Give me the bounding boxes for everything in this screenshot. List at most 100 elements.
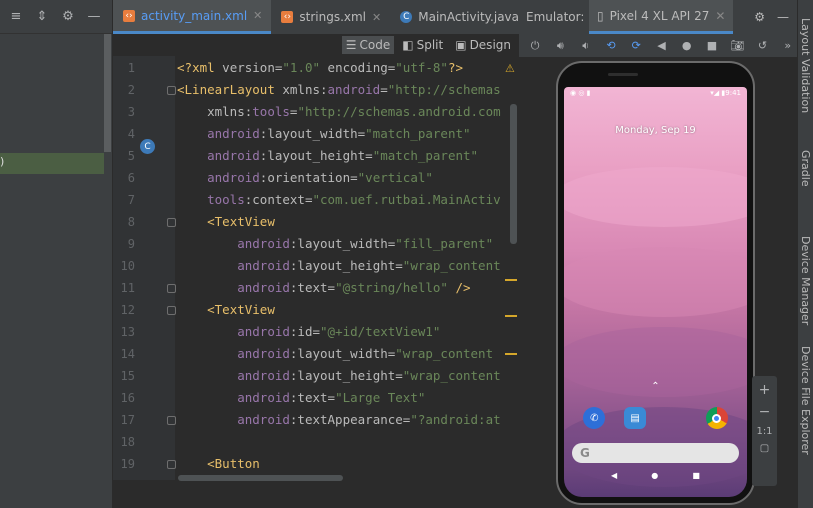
- zoom-out-button[interactable]: −: [759, 404, 771, 420]
- code-line[interactable]: 3 xmlns:tools="http://schemas.android.co…: [113, 102, 519, 124]
- code-token: :layout_width=: [259, 126, 366, 141]
- tool-window-device-manager[interactable]: Device Manager: [799, 236, 812, 325]
- more-icon[interactable]: »: [779, 37, 797, 55]
- code-line[interactable]: 15 android:layout_height="wrap_content: [113, 366, 519, 388]
- volume-down-icon[interactable]: 🔉︎: [577, 37, 595, 55]
- fold-marker-icon[interactable]: [167, 86, 176, 95]
- nav-home-icon[interactable]: ●: [651, 471, 658, 480]
- code-mode-button[interactable]: ☰ Code: [341, 36, 395, 54]
- zoom-in-button[interactable]: +: [759, 382, 771, 398]
- phone-screen[interactable]: ◉ ◎ ▮ ▾◢ ▮9:41 Monday, Sep 19 ⌃ ✆ ▤ G ◀ …: [564, 87, 747, 497]
- back-icon[interactable]: ◀: [652, 37, 670, 55]
- editor-horizontal-scrollbar[interactable]: [178, 475, 343, 481]
- code-line[interactable]: 7 tools:context="com.uef.rutbai.MainActi…: [113, 190, 519, 212]
- code-line[interactable]: 9 android:layout_width="fill_parent": [113, 234, 519, 256]
- fold-marker-icon[interactable]: [167, 460, 176, 469]
- code-token: "wrap_content: [402, 258, 501, 273]
- code-line[interactable]: 18: [113, 432, 519, 454]
- tool-window-device-file-explorer[interactable]: Device File Explorer: [799, 346, 812, 455]
- nav-overview-icon[interactable]: ■: [692, 471, 700, 480]
- code-line[interactable]: 6 android:orientation="vertical": [113, 168, 519, 190]
- phone-frame: ◉ ◎ ▮ ▾◢ ▮9:41 Monday, Sep 19 ⌃ ✆ ▤ G ◀ …: [556, 61, 755, 505]
- tab-strings[interactable]: ‹› strings.xml ✕: [271, 0, 390, 34]
- selected-tree-item[interactable]: ): [0, 153, 104, 174]
- code-token: :layout_height=: [259, 148, 373, 163]
- code-token: "http://schemas.android.com: [297, 104, 501, 119]
- minimize-icon[interactable]: —: [777, 10, 789, 24]
- rotate-left-icon[interactable]: ⟲: [602, 37, 620, 55]
- line-number: 13: [120, 325, 135, 339]
- tab-activity-main[interactable]: ‹› activity_main.xml ✕: [113, 0, 272, 34]
- warning-marker[interactable]: [505, 315, 517, 317]
- code-token: TextView: [214, 214, 275, 229]
- editor-vertical-scrollbar[interactable]: [510, 104, 517, 244]
- phone-icon: ▯: [597, 8, 604, 23]
- messages-app-icon[interactable]: ▤: [624, 407, 647, 429]
- code-line[interactable]: 11 android:text="@string/hello" />: [113, 278, 519, 300]
- fit-screen-icon[interactable]: ▢: [760, 443, 769, 454]
- fold-marker-icon[interactable]: [167, 218, 176, 227]
- line-number: 18: [120, 435, 135, 449]
- warning-marker[interactable]: [505, 353, 517, 355]
- split-mode-button[interactable]: ◧ Split: [398, 36, 447, 54]
- close-icon[interactable]: ✕: [372, 11, 381, 24]
- code-line[interactable]: 17 android:textAppearance="?android:at: [113, 410, 519, 432]
- code-mode-label: Code: [359, 38, 391, 52]
- code-editor[interactable]: 1 <?xml version="1.0" encoding="utf-8"?> 2…: [113, 56, 519, 480]
- line-number: 3: [127, 105, 135, 119]
- tab-label: MainActivity.java: [418, 10, 520, 24]
- code-token: xml: [192, 60, 223, 75]
- code-line[interactable]: 8 <TextView: [113, 212, 519, 234]
- collapse-all-icon[interactable]: ⇕: [33, 8, 51, 26]
- nav-back-icon[interactable]: ◀: [611, 471, 617, 480]
- minimize-icon[interactable]: —: [85, 8, 103, 26]
- code-line[interactable]: 19 <Button: [113, 454, 519, 476]
- line-number: 4: [127, 127, 135, 141]
- line-number: 9: [127, 237, 135, 251]
- close-icon[interactable]: ✕: [253, 9, 262, 22]
- swipe-up-icon[interactable]: ⌃: [564, 381, 747, 392]
- align-left-icon[interactable]: ≡: [7, 8, 25, 26]
- tool-window-gradle[interactable]: Gradle: [799, 150, 812, 187]
- overview-icon[interactable]: ■: [703, 37, 721, 55]
- code-line[interactable]: 10 android:layout_height="wrap_content: [113, 256, 519, 278]
- home-icon[interactable]: ●: [678, 37, 696, 55]
- gear-icon[interactable]: ⚙: [59, 8, 77, 26]
- tab-device[interactable]: ▯ Pixel 4 XL API 27 ✕: [589, 0, 734, 34]
- warning-marker[interactable]: [505, 279, 517, 281]
- code-line[interactable]: 2 <LinearLayout xmlns:android="http://sch…: [113, 80, 519, 102]
- zoom-actual-button[interactable]: 1:1: [756, 426, 772, 437]
- fold-marker-icon[interactable]: [167, 306, 176, 315]
- project-scrollbar[interactable]: [104, 34, 111, 152]
- snapshot-icon[interactable]: ↺: [753, 37, 771, 55]
- rotate-right-icon[interactable]: ⟳: [627, 37, 645, 55]
- close-icon[interactable]: ✕: [715, 9, 725, 23]
- line-number: 8: [127, 215, 135, 229]
- design-mode-button[interactable]: ▣ Design: [451, 36, 515, 54]
- phone-app-icon[interactable]: ✆: [583, 407, 606, 429]
- tab-label: strings.xml: [299, 10, 367, 24]
- class-reference-badge[interactable]: C: [140, 139, 155, 154]
- code-line[interactable]: 13 android:id="@+id/textView1": [113, 322, 519, 344]
- fold-marker-icon[interactable]: [167, 284, 176, 293]
- screenshot-icon[interactable]: 📷︎: [728, 37, 746, 55]
- code-line[interactable]: 4 android:layout_width="match_parent": [113, 124, 519, 146]
- volume-up-icon[interactable]: 🔊︎: [551, 37, 569, 55]
- power-icon[interactable]: ⏻: [526, 37, 544, 55]
- code-token: <: [207, 302, 215, 317]
- code-line[interactable]: 12 <TextView: [113, 300, 519, 322]
- gear-icon[interactable]: ⚙: [754, 10, 765, 24]
- tool-window-layout-validation[interactable]: Layout Validation: [799, 18, 812, 113]
- warning-icon[interactable]: ⚠: [505, 62, 515, 75]
- google-search-bar[interactable]: G: [572, 443, 739, 463]
- code-line[interactable]: 16 android:text="Large Text": [113, 388, 519, 410]
- chrome-app-icon[interactable]: [705, 407, 728, 429]
- code-token: :id=: [289, 324, 321, 339]
- line-number: 10: [120, 259, 135, 273]
- code-line[interactable]: 5 android:layout_height="match_parent": [113, 146, 519, 168]
- code-line[interactable]: 14 android:layout_width="wrap_content: [113, 344, 519, 366]
- code-line[interactable]: 1 <?xml version="1.0" encoding="utf-8"?>: [113, 58, 519, 80]
- fold-marker-icon[interactable]: [167, 416, 176, 425]
